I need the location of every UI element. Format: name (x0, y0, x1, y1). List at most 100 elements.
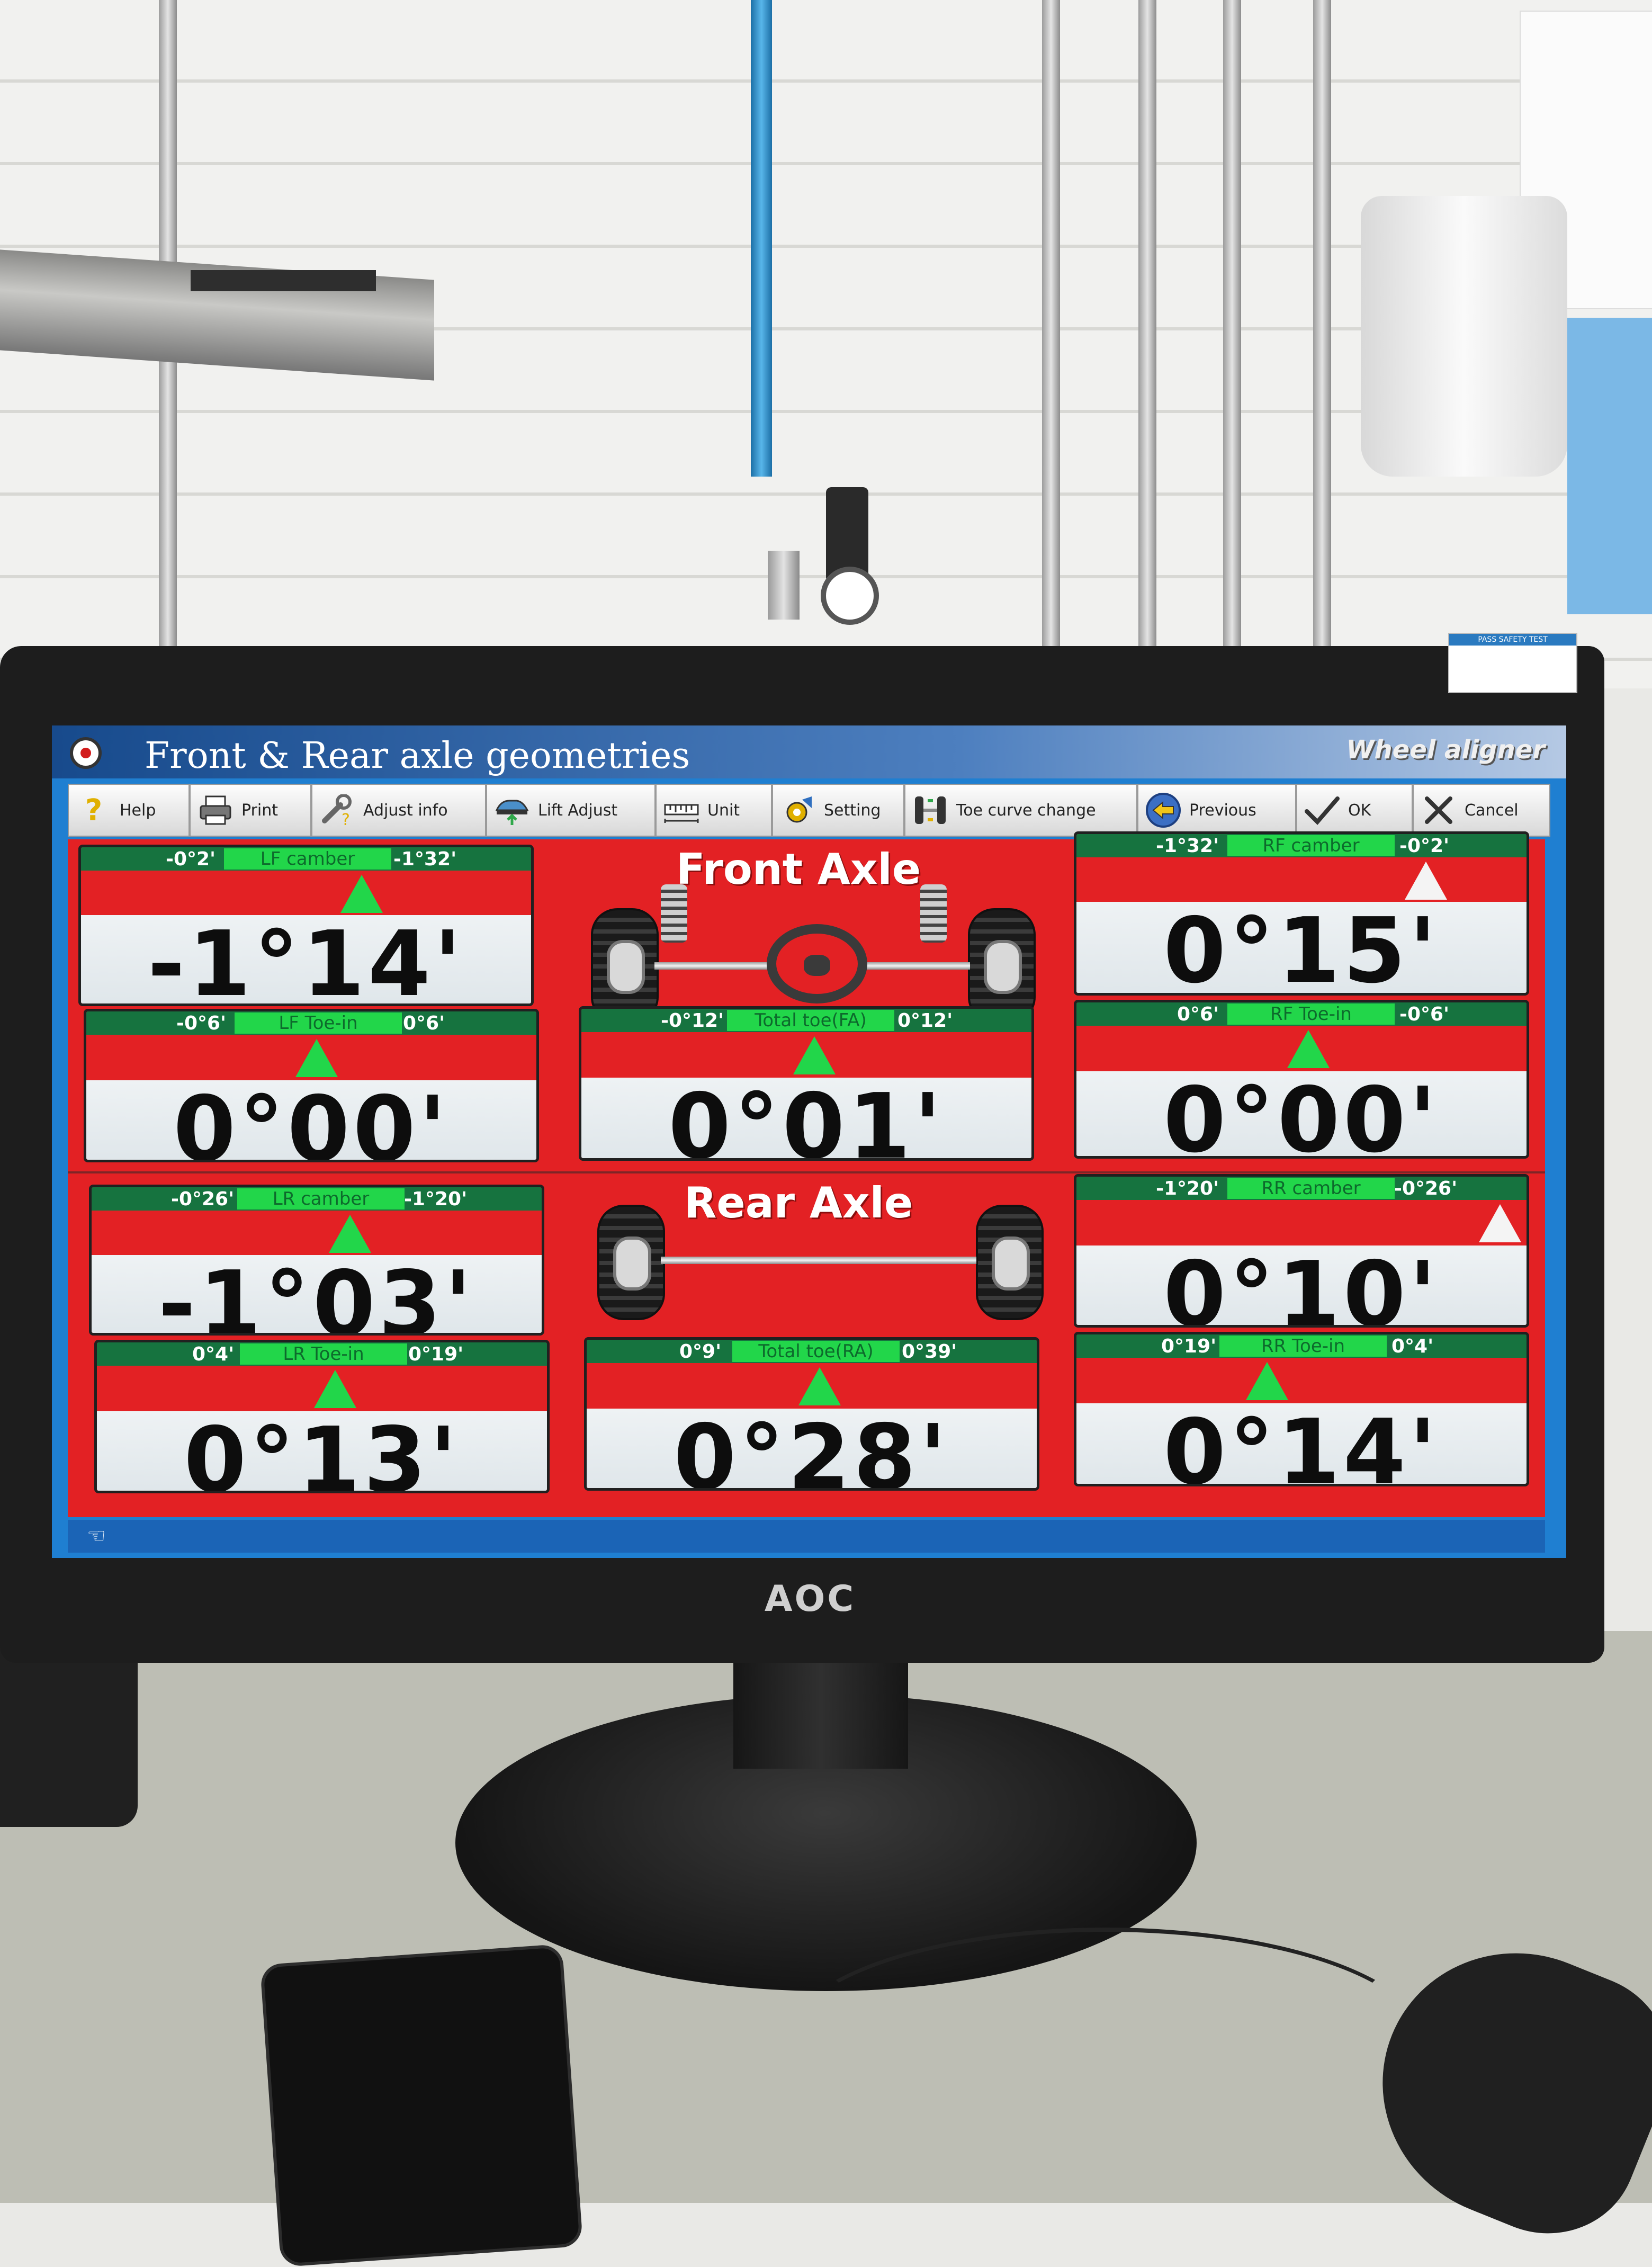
aligner-screen: Front & Rear axle geometries Wheel align… (52, 725, 1566, 1558)
front-right-hub (984, 940, 1022, 994)
rr-camber-max: -0°26' (1394, 1178, 1458, 1199)
wall-sign (1567, 318, 1652, 614)
rr-camber-indicator (1479, 1204, 1521, 1242)
lr-toe-min: 0°4' (192, 1343, 235, 1365)
lf-toe-max: 0°6' (403, 1012, 445, 1034)
rr-toe-value: 0°14' (1163, 1400, 1440, 1486)
rf-toe-label: RF Toe-in (1227, 1003, 1395, 1025)
front-left-hub (607, 940, 645, 994)
lr-toe-value: 0°13' (184, 1408, 460, 1493)
total-toe-fa-indicator (793, 1036, 836, 1074)
lf-toe-value: 0°00' (173, 1077, 450, 1162)
lr-camber-min: -0°26' (171, 1188, 235, 1210)
total-toe-fa-panel: -0°12' Total toe(FA) 0°12' 0°01' (579, 1006, 1034, 1161)
ok-button[interactable]: OK (1296, 784, 1413, 837)
cancel-label: Cancel (1465, 801, 1519, 820)
rr-toe-label: RR Toe-in (1219, 1336, 1387, 1357)
rr-toe-panel: 0°19' RR Toe-in 0°4' 0°14' (1074, 1332, 1529, 1486)
total-toe-ra-min: 0°9' (679, 1341, 722, 1363)
total-toe-fa-min: -0°12' (661, 1010, 724, 1032)
rr-toe-min: 0°19' (1161, 1336, 1217, 1357)
toe-curve-change-label: Toe curve change (956, 801, 1096, 820)
rf-toe-indicator (1287, 1030, 1330, 1068)
front-axle-title: Front Axle (676, 845, 921, 894)
lr-camber-label: LR camber (237, 1188, 405, 1209)
setting-button[interactable]: Setting (772, 784, 904, 837)
rear-axle-bar (661, 1257, 976, 1264)
total-toe-ra-indicator (798, 1367, 841, 1405)
wrench-icon: ? (319, 792, 356, 829)
rf-camber-value: 0°15' (1163, 899, 1440, 996)
adjust-info-button[interactable]: ? Adjust info (311, 784, 486, 837)
help-button[interactable]: ? Help (68, 784, 190, 837)
previous-button[interactable]: Previous (1137, 784, 1296, 837)
lr-camber-range: -0°26' LR camber -1°20' (92, 1187, 542, 1211)
rf-camber-label: RF camber (1227, 835, 1395, 856)
printer-icon (197, 792, 234, 829)
total-toe-fa-label: Total toe(FA) (727, 1010, 894, 1031)
lf-camber-label: LF camber (224, 848, 391, 870)
lr-toe-indicator (314, 1370, 356, 1408)
status-bar: ☜ (68, 1520, 1545, 1553)
phone (259, 1943, 583, 2267)
rear-axle-title: Rear Axle (684, 1178, 913, 1227)
lf-toe-range: -0°6' LF Toe-in 0°6' (86, 1011, 536, 1035)
brand-label: Wheel aligner (1346, 735, 1545, 765)
lr-toe-range: 0°4' LR Toe-in 0°19' (97, 1342, 547, 1366)
lf-camber-value: -1°14' (147, 912, 465, 1006)
lf-toe-min: -0°6' (176, 1012, 227, 1034)
print-button[interactable]: Print (190, 784, 311, 837)
car-lift-icon (493, 792, 531, 829)
wall-pipe (1042, 0, 1060, 646)
wall-pipe (1138, 0, 1156, 646)
total-toe-ra-max: 0°39' (902, 1341, 957, 1363)
wall-pipe (1313, 0, 1331, 646)
total-toe-ra-label: Total toe(RA) (732, 1341, 900, 1362)
rr-camber-panel: -1°20' RR camber -0°26' 0°10' (1074, 1174, 1529, 1328)
lf-camber-indicator (340, 875, 383, 913)
rf-toe-min: 0°6' (1177, 1003, 1219, 1025)
rear-left-hub (613, 1236, 651, 1291)
svg-text:?: ? (342, 811, 350, 826)
lr-camber-panel: -0°26' LR camber -1°20' -1°03' (89, 1185, 544, 1336)
ruler-icon (663, 792, 700, 829)
rr-toe-range: 0°19' RR Toe-in 0°4' (1076, 1334, 1527, 1358)
help-icon: ? (85, 793, 103, 828)
lamp-base (191, 270, 376, 291)
lr-camber-max: -1°20' (404, 1188, 468, 1210)
lf-toe-indicator (295, 1039, 338, 1077)
safety-sticker: PASS SAFETY TEST (1448, 633, 1577, 693)
lf-toe-panel: -0°6' LF Toe-in 0°6' 0°00' (84, 1009, 539, 1162)
lift-adjust-label: Lift Adjust (538, 801, 618, 820)
lr-camber-indicator (329, 1215, 371, 1253)
total-toe-fa-range: -0°12' Total toe(FA) 0°12' (581, 1009, 1031, 1032)
unit-button[interactable]: Unit (656, 784, 772, 837)
front-right-spring (920, 884, 947, 943)
pointing-hand-icon: ☜ (87, 1524, 106, 1548)
lr-camber-value: -1°03' (158, 1252, 475, 1336)
unit-label: Unit (707, 801, 740, 820)
lf-camber-panel: -0°2' LF camber -1°32' -1°14' (78, 845, 534, 1006)
checkmark-icon (1304, 792, 1341, 829)
toe-curve-change-button[interactable]: Toe curve change (904, 784, 1137, 837)
wall-pipe (1223, 0, 1241, 646)
rr-camber-min: -1°20' (1156, 1178, 1219, 1199)
cancel-button[interactable]: Cancel (1413, 784, 1550, 837)
lr-toe-max: 0°19' (408, 1343, 464, 1365)
previous-label: Previous (1189, 801, 1256, 820)
print-label: Print (241, 801, 279, 820)
help-label: Help (120, 801, 156, 820)
window-title: Front & Rear axle geometries (145, 735, 690, 777)
lift-adjust-button[interactable]: Lift Adjust (486, 784, 656, 837)
adjust-info-label: Adjust info (363, 801, 448, 820)
rr-toe-max: 0°4' (1391, 1336, 1434, 1357)
monitor-logo: AOC (764, 1578, 856, 1620)
towel-dispenser (1361, 196, 1567, 477)
mouse-cable (784, 1928, 1427, 2158)
arrow-left-icon (1145, 792, 1182, 829)
toe-curve-icon (912, 792, 949, 829)
total-toe-fa-value: 0°01' (668, 1074, 945, 1161)
toolbar: ? Help Print ? Adjust info Lift Adjust U… (68, 784, 1550, 837)
steering-wheel-icon (767, 924, 867, 1003)
rf-toe-panel: 0°6' RF Toe-in -0°6' 0°00' (1074, 1000, 1529, 1159)
